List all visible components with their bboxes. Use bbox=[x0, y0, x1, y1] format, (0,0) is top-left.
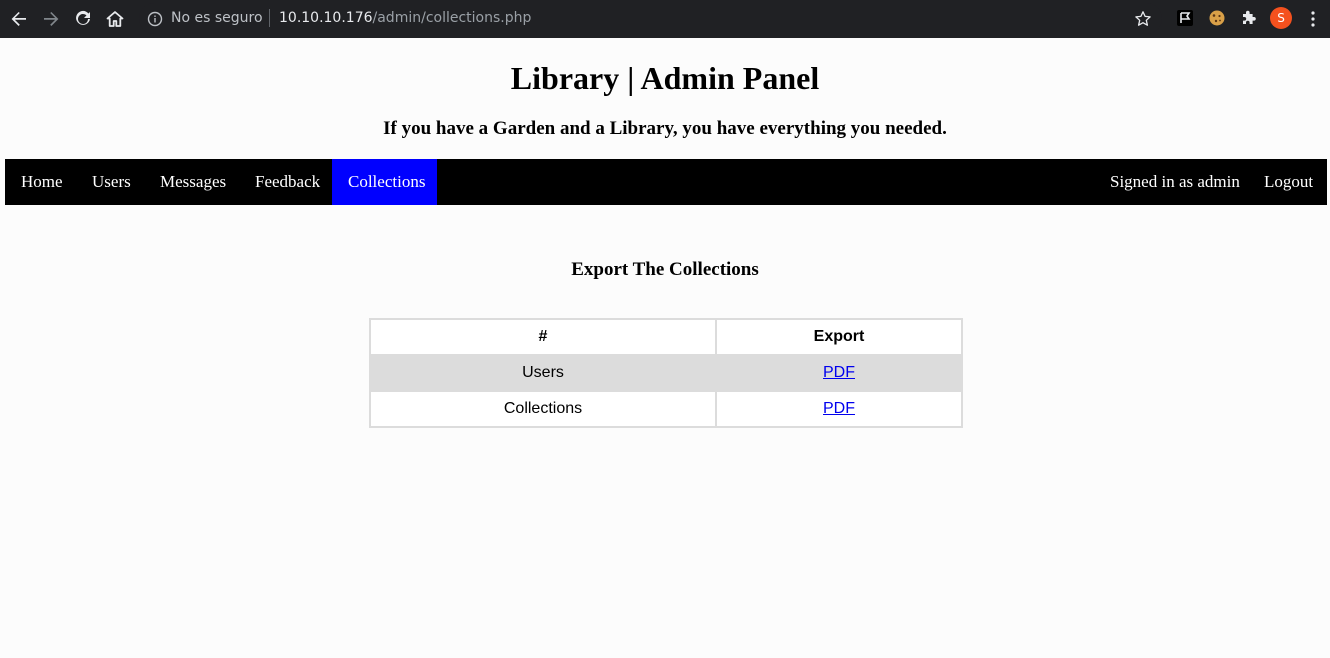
nav-home[interactable]: Home bbox=[5, 159, 79, 205]
logout-link[interactable]: Logout bbox=[1248, 159, 1329, 205]
home-icon[interactable] bbox=[103, 7, 127, 31]
table-row: Collections PDF bbox=[369, 390, 963, 428]
nav-feedback[interactable]: Feedback bbox=[239, 159, 336, 205]
url-host: 10.10.10.176 bbox=[279, 10, 373, 26]
column-header: # bbox=[369, 318, 717, 356]
table-row: Users PDF bbox=[369, 354, 963, 392]
url-path: /admin/collections.php bbox=[372, 10, 532, 26]
security-label: No es seguro bbox=[171, 10, 263, 26]
nav-users[interactable]: Users bbox=[76, 159, 147, 205]
info-icon[interactable] bbox=[147, 11, 163, 27]
collection-name: Users bbox=[369, 354, 717, 392]
page-subtitle: If you have a Garden and a Library, you … bbox=[383, 118, 947, 139]
reload-icon[interactable] bbox=[71, 7, 95, 31]
collection-name: Collections bbox=[369, 390, 717, 428]
profile-avatar[interactable]: S bbox=[1270, 7, 1292, 29]
puzzle-icon[interactable] bbox=[1240, 9, 1258, 27]
back-icon[interactable] bbox=[7, 7, 31, 31]
top-navigation: Home Users Messages Feedback Collections… bbox=[5, 159, 1327, 205]
nav-collections[interactable]: Collections bbox=[332, 159, 437, 205]
url-text[interactable]: 10.10.10.176/admin/collections.php bbox=[279, 10, 531, 26]
address-bar[interactable]: No es seguro 10.10.10.176/admin/collecti… bbox=[139, 3, 1162, 34]
section-heading: Export The Collections bbox=[571, 259, 759, 280]
page-title: Library | Admin Panel bbox=[510, 60, 820, 96]
browser-toolbar: No es seguro 10.10.10.176/admin/collecti… bbox=[0, 0, 1330, 38]
table-header-row: # Export bbox=[369, 318, 963, 356]
extension-flag-icon[interactable] bbox=[1176, 9, 1194, 27]
bookmark-star-icon[interactable] bbox=[1134, 10, 1152, 28]
export-cell: PDF bbox=[715, 390, 963, 428]
export-pdf-link[interactable]: PDF bbox=[823, 400, 855, 417]
export-cell: PDF bbox=[715, 354, 963, 392]
cookie-extension-icon[interactable] bbox=[1208, 9, 1226, 27]
column-header: Export bbox=[715, 318, 963, 356]
page-content: Library | Admin Panel If you have a Gard… bbox=[0, 38, 1330, 658]
kebab-menu-icon[interactable] bbox=[1305, 10, 1321, 28]
export-pdf-link[interactable]: PDF bbox=[823, 364, 855, 381]
signed-in-label[interactable]: Signed in as admin bbox=[1094, 159, 1256, 205]
export-table: # Export Users PDF Collections PDF bbox=[369, 318, 963, 428]
nav-messages[interactable]: Messages bbox=[144, 159, 242, 205]
forward-icon[interactable] bbox=[39, 7, 63, 31]
divider bbox=[269, 9, 270, 27]
